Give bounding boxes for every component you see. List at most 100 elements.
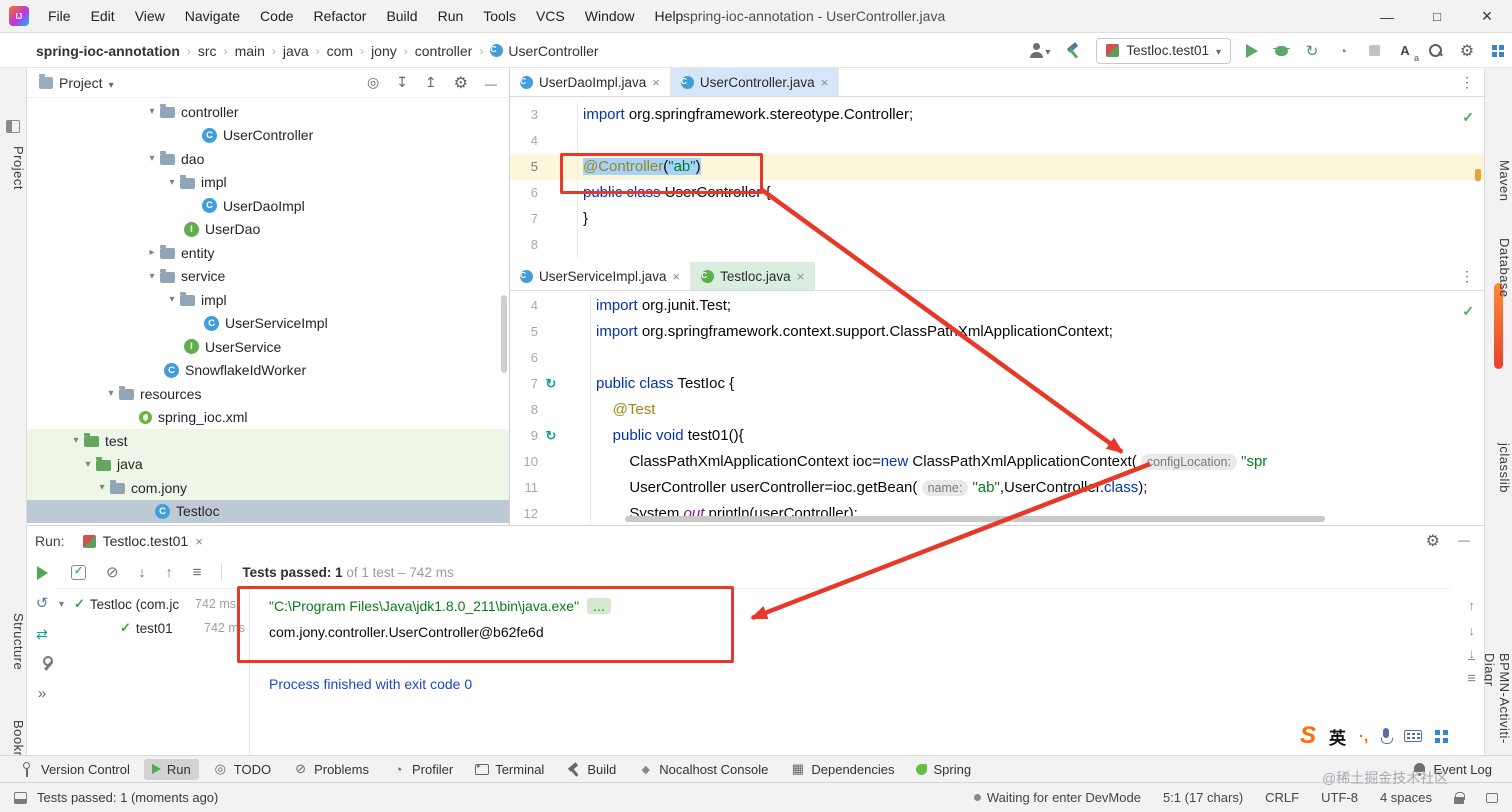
run-test-gutter-icon[interactable] <box>538 371 564 397</box>
expand-collapse-icon[interactable] <box>193 564 202 581</box>
code-line-8[interactable]: 8 <box>510 232 1484 258</box>
search-everywhere-button[interactable] <box>1428 41 1444 61</box>
project-tree-item-snowflakeidworker[interactable]: SnowflakeIdWorker <box>27 359 509 383</box>
close-tab-icon[interactable] <box>195 533 203 549</box>
code-line-7[interactable]: 7 public class TestIoc { <box>510 371 1484 397</box>
maximize-button[interactable] <box>1412 0 1462 33</box>
chevron-down-icon[interactable] <box>68 435 84 446</box>
settings-gear-icon[interactable] <box>454 73 468 93</box>
toolwindow-button-nocalhost-console[interactable]: Nocalhost Console <box>630 759 776 780</box>
chevron-down-icon[interactable] <box>80 459 96 470</box>
scroll-down-icon[interactable] <box>1468 623 1475 638</box>
collapse-all-icon[interactable] <box>425 74 437 91</box>
code-line-6[interactable]: 6 <box>510 345 1484 371</box>
scrollbar-thumb[interactable] <box>501 295 507 373</box>
breadcrumb-item-src[interactable]: src <box>198 43 217 59</box>
project-stripe-icon[interactable] <box>6 120 20 133</box>
debug-button[interactable] <box>1272 41 1290 61</box>
toolwindow-button-version-control[interactable]: Version Control <box>12 759 138 780</box>
ime-language-indicator[interactable]: 英 <box>1329 724 1346 749</box>
chevron-down-icon[interactable] <box>59 599 74 610</box>
devmode-status[interactable]: Waiting for enter DevMode <box>973 790 1141 805</box>
more-actions-icon[interactable] <box>38 685 46 702</box>
code-line-8[interactable]: 8 @Test <box>510 397 1484 423</box>
menu-item-tools[interactable]: Tools <box>473 0 526 33</box>
breadcrumb-item-main[interactable]: main <box>235 43 265 59</box>
project-panel-title[interactable]: Project <box>59 75 103 91</box>
menu-item-file[interactable]: File <box>38 0 81 33</box>
keyboard-icon[interactable] <box>1404 730 1423 742</box>
inspections-ok-icon[interactable] <box>1462 109 1474 127</box>
coverage-button[interactable] <box>1304 41 1320 61</box>
rerun-tests-button[interactable] <box>36 566 48 580</box>
code-line-3[interactable]: 3 import org.springframework.stereotype.C… <box>510 102 1484 128</box>
chevron-right-icon[interactable] <box>144 247 160 258</box>
ime-toolbar[interactable]: S 英 ·, <box>1300 720 1448 752</box>
run-button[interactable] <box>1246 43 1258 58</box>
ime-toolbox-icon[interactable] <box>1435 729 1448 743</box>
hide-panel-icon[interactable] <box>485 75 497 91</box>
notifications-icon[interactable] <box>1486 792 1498 803</box>
editor-tab-userdaoimpl-java[interactable]: UserDaoImpl.java <box>510 68 671 96</box>
toolwindow-button-todo[interactable]: TODO <box>205 759 279 780</box>
build-hammer-icon[interactable] <box>1065 41 1081 61</box>
status-message[interactable]: Tests passed: 1 (moments ago) <box>37 790 218 805</box>
import-results-icon[interactable] <box>36 626 48 643</box>
chevron-down-icon[interactable] <box>144 106 160 117</box>
code-line-10[interactable]: 10 ClassPathXmlApplicationContext ioc=ne… <box>510 449 1484 475</box>
sogou-logo-icon[interactable]: S <box>1300 724 1316 748</box>
chevron-down-icon[interactable] <box>109 75 114 91</box>
project-tree-item-entity[interactable]: entity <box>27 241 509 265</box>
chevron-down-icon[interactable] <box>144 153 160 164</box>
editor-testloc[interactable]: 4 import org.junit.Test; 5 import org.sprin… <box>510 291 1484 525</box>
soft-wrap-icon[interactable] <box>1467 670 1476 687</box>
minimize-button[interactable] <box>1362 0 1412 33</box>
editor-tab-usercontroller-java[interactable]: UserController.java <box>670 68 840 96</box>
project-tree-item-userdaoimpl[interactable]: UserDaoImpl <box>27 194 509 218</box>
code-line-5[interactable]: 5 import org.springframework.context.supp… <box>510 319 1484 345</box>
code-line-4[interactable]: 4 <box>510 128 1484 154</box>
tool-stripe-maven[interactable]: Maven <box>1485 160 1512 202</box>
settings-gear-icon[interactable] <box>1426 531 1440 551</box>
menu-item-navigate[interactable]: Navigate <box>175 0 250 33</box>
caret-position-widget[interactable]: 5:1 (17 chars) <box>1163 790 1243 805</box>
encoding-widget[interactable]: UTF-8 <box>1321 790 1358 805</box>
tool-stripe-bpmn-activiti-diagr[interactable]: BPMN-Activiti-Diagr <box>1482 653 1512 755</box>
code-line-4[interactable]: 4 import org.junit.Test; <box>510 293 1484 319</box>
project-tree-item-impl[interactable]: impl <box>27 171 509 195</box>
chevron-down-icon[interactable] <box>164 294 180 305</box>
stop-button[interactable] <box>1366 41 1382 61</box>
inspections-ok-icon[interactable] <box>1462 303 1474 321</box>
project-tree-item-impl[interactable]: impl <box>27 288 509 312</box>
breadcrumb-item-usercontroller[interactable]: UserController <box>490 43 599 59</box>
close-tab-icon[interactable] <box>821 75 829 90</box>
breadcrumb-item-jony[interactable]: jony <box>371 43 397 59</box>
project-tree-item-java[interactable]: java <box>27 452 509 476</box>
toolwindow-button-dependencies[interactable]: Dependencies <box>782 759 902 780</box>
test-history-icon[interactable] <box>36 594 49 612</box>
breadcrumb-item-controller[interactable]: controller <box>415 43 473 59</box>
indent-widget[interactable]: 4 spaces <box>1380 790 1432 805</box>
punctuation-mode-icon[interactable]: ·, <box>1359 728 1368 745</box>
tab-options-icon[interactable] <box>1460 268 1474 286</box>
tool-stripe-jclasslib[interactable]: jclasslib <box>1485 443 1512 493</box>
tool-stripe-project[interactable]: Project <box>0 146 26 190</box>
show-ignored-button[interactable] <box>106 563 119 581</box>
close-tab-icon[interactable] <box>797 269 805 284</box>
chevron-down-icon[interactable] <box>164 177 180 188</box>
code-line-7[interactable]: 7} <box>510 206 1484 232</box>
test-item-testloc-com-jc[interactable]: Testloc (com.jc 742 ms <box>57 592 249 616</box>
run-config-select[interactable]: Testloc.test01 <box>1096 37 1231 64</box>
hide-panel-icon[interactable] <box>1458 531 1470 551</box>
menu-item-edit[interactable]: Edit <box>81 0 125 33</box>
chevron-down-icon[interactable] <box>144 271 160 282</box>
close-tab-icon[interactable] <box>652 75 660 90</box>
app-grid-button[interactable] <box>1490 41 1506 61</box>
toolwindow-button-problems[interactable]: Problems <box>285 759 377 780</box>
project-tree-item-userserviceimpl[interactable]: UserServiceImpl <box>27 312 509 336</box>
expand-all-icon[interactable] <box>396 74 408 91</box>
chevron-down-icon[interactable] <box>94 482 110 493</box>
menu-item-window[interactable]: Window <box>575 0 645 33</box>
chevron-down-icon[interactable] <box>103 388 119 399</box>
project-tree-item-userservice[interactable]: UserService <box>27 335 509 359</box>
